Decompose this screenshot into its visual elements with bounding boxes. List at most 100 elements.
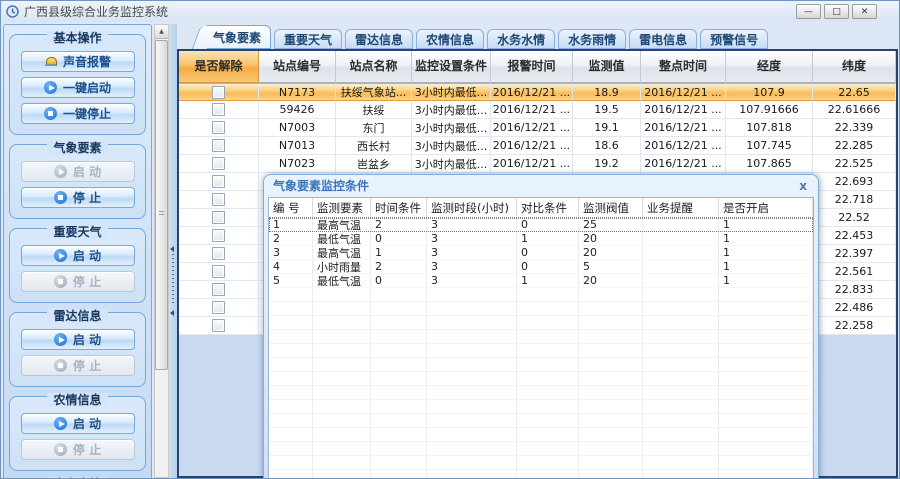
dialog-close-icon[interactable]: x: [797, 179, 809, 193]
row-checkbox[interactable]: [212, 103, 225, 116]
dialog-empty-cell: [269, 428, 313, 441]
dialog-table-header: 编 号监测要素时间条件监测时段(小时)对比条件监测阀值业务提醒是否开启: [269, 198, 813, 218]
table-cell: 22.65: [813, 83, 896, 101]
tab-water-rainfall[interactable]: 水务雨情: [558, 29, 626, 49]
column-header[interactable]: 报警时间: [491, 51, 573, 83]
dialog-column-header[interactable]: 编 号: [269, 198, 313, 217]
table-cell: 2016/12/21 ...: [491, 101, 573, 119]
weather-elements-stop-button[interactable]: 停 止: [21, 187, 135, 208]
dialog-table: 编 号监测要素时间条件监测时段(小时)对比条件监测阀值业务提醒是否开启 1最高气…: [268, 197, 814, 478]
tab-radar-info[interactable]: 雷达信息: [345, 29, 413, 49]
tab-warning-signal[interactable]: 预警信号: [700, 29, 768, 49]
dialog-column-header[interactable]: 监测阀值: [579, 198, 643, 217]
button-label: 停 止: [73, 273, 101, 290]
sidebar-scrollbar[interactable]: ▲: [154, 24, 169, 478]
dialog-table-row[interactable]: 1最高气温230251: [269, 218, 813, 232]
row-checkbox[interactable]: [212, 139, 225, 152]
dialog-empty-row: [269, 302, 813, 316]
dialog-table-cell: 25: [579, 218, 643, 231]
dialog-empty-cell: [517, 442, 579, 455]
tab-important-weather[interactable]: 重要天气: [274, 29, 342, 49]
dialog-column-header[interactable]: 对比条件: [517, 198, 579, 217]
scrollbar-thumb[interactable]: [155, 40, 168, 370]
button-label: 启 动: [73, 247, 101, 264]
play-icon: [54, 333, 67, 346]
dialog-empty-cell: [719, 428, 813, 441]
table-cell: 3小时内最低...: [412, 137, 491, 155]
table-row[interactable]: N7023岜盆乡3小时内最低...2016/12/21 ...19.22016/…: [179, 155, 896, 173]
column-header[interactable]: 纬度: [813, 51, 896, 83]
table-row[interactable]: 59426扶绥3小时内最低...2016/12/21 ...19.52016/1…: [179, 101, 896, 119]
close-button[interactable]: ✕: [852, 4, 877, 19]
table-cell: 22.52: [813, 209, 896, 227]
row-checkbox[interactable]: [212, 86, 225, 99]
dialog-column-header[interactable]: 监测时段(小时): [427, 198, 517, 217]
column-header[interactable]: 站点编号: [259, 51, 336, 83]
column-header[interactable]: 整点时间: [641, 51, 726, 83]
row-checkbox[interactable]: [212, 121, 225, 134]
sound-alarm-button[interactable]: 声音报警: [21, 51, 135, 72]
column-header[interactable]: 监控设置条件: [412, 51, 491, 83]
dialog-table-row[interactable]: 5最低气温031201: [269, 274, 813, 288]
row-checkbox[interactable]: [212, 283, 225, 296]
scrollbar-up-arrow-icon[interactable]: ▲: [155, 25, 168, 39]
row-checkbox[interactable]: [212, 319, 225, 332]
sidebar-collapse-handle[interactable]: [169, 24, 177, 478]
tab-water-condition[interactable]: 水务水情: [487, 29, 555, 49]
table-cell: N7023: [259, 155, 336, 173]
sidebar-group-radar-info: 雷达信息启 动停 止: [9, 312, 146, 387]
important-weather-start-button[interactable]: 启 动: [21, 245, 135, 266]
release-cell: [179, 83, 259, 101]
radar-info-start-button[interactable]: 启 动: [21, 329, 135, 350]
one-key-stop-button[interactable]: 一键停止: [21, 103, 135, 124]
dialog-empty-cell: [269, 344, 313, 357]
play-icon: [54, 165, 67, 178]
dialog-column-header[interactable]: 是否开启: [719, 198, 813, 217]
dialog-title-bar[interactable]: 气象要素监控条件 x: [264, 175, 818, 196]
dialog-table-row[interactable]: 3最高气温130201: [269, 246, 813, 260]
dialog-empty-cell: [643, 456, 719, 469]
radar-info-stop-button[interactable]: 停 止: [21, 355, 135, 376]
maximize-button[interactable]: □: [824, 4, 849, 19]
dialog-table-row[interactable]: 4小时雨量23051: [269, 260, 813, 274]
important-weather-stop-button[interactable]: 停 止: [21, 271, 135, 292]
row-checkbox[interactable]: [212, 265, 225, 278]
dialog-empty-cell: [269, 414, 313, 427]
column-header[interactable]: 站点名称: [336, 51, 412, 83]
minimize-button[interactable]: —: [796, 4, 821, 19]
dialog-empty-cell: [579, 330, 643, 343]
table-cell: 22.285: [813, 137, 896, 155]
dialog-column-header[interactable]: 监测要素: [313, 198, 371, 217]
dialog-table-cell: 最低气温: [313, 274, 371, 287]
tab-weather-elements[interactable]: 气象要素: [203, 25, 271, 49]
column-header[interactable]: 经度: [726, 51, 813, 83]
row-checkbox[interactable]: [212, 157, 225, 170]
tab-lightning-info[interactable]: 雷电信息: [629, 29, 697, 49]
row-checkbox[interactable]: [212, 211, 225, 224]
dialog-empty-cell: [371, 400, 427, 413]
dialog-table-row[interactable]: 2最低气温031201: [269, 232, 813, 246]
table-cell: 3小时内最低...: [412, 155, 491, 173]
agriculture-info-start-button[interactable]: 启 动: [21, 413, 135, 434]
row-checkbox[interactable]: [212, 229, 225, 242]
row-checkbox[interactable]: [212, 247, 225, 260]
column-header[interactable]: 监测值: [573, 51, 641, 83]
table-row[interactable]: N7173扶绥气象站...3小时内最低...2016/12/21 ...18.9…: [179, 83, 896, 101]
dialog-empty-cell: [371, 470, 427, 478]
row-checkbox[interactable]: [212, 193, 225, 206]
weather-elements-start-button[interactable]: 启 动: [21, 161, 135, 182]
row-checkbox[interactable]: [212, 301, 225, 314]
table-row[interactable]: N7003东门3小时内最低...2016/12/21 ...19.12016/1…: [179, 119, 896, 137]
dialog-column-header[interactable]: 业务提醒: [643, 198, 719, 217]
row-checkbox[interactable]: [212, 175, 225, 188]
dialog-column-header[interactable]: 时间条件: [371, 198, 427, 217]
dialog-empty-cell: [643, 442, 719, 455]
tab-agriculture-info[interactable]: 农情信息: [416, 29, 484, 49]
dialog-empty-cell: [313, 442, 371, 455]
one-key-start-button[interactable]: 一键启动: [21, 77, 135, 98]
table-row[interactable]: N7013西长村3小时内最低...2016/12/21 ...18.62016/…: [179, 137, 896, 155]
table-cell: 岜盆乡: [336, 155, 412, 173]
agriculture-info-stop-button[interactable]: 停 止: [21, 439, 135, 460]
dialog-empty-cell: [579, 456, 643, 469]
column-header[interactable]: 是否解除: [179, 51, 259, 83]
